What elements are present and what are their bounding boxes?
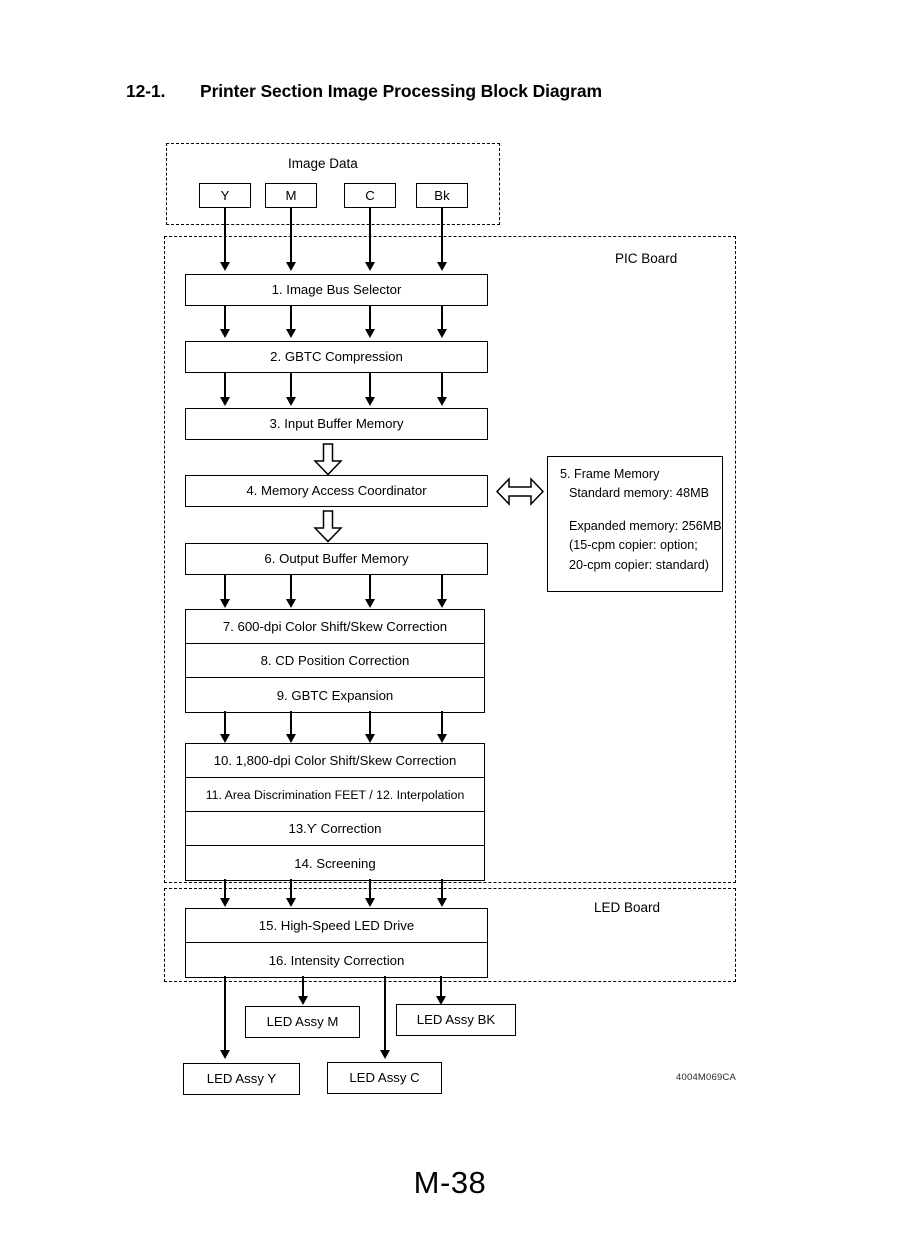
arrowhead-2-3-col3 <box>364 397 375 406</box>
channel-box-m[interactable]: M <box>265 183 317 208</box>
arrowhead-1-2-col1 <box>219 329 230 338</box>
block-group-15-16: 15. High-Speed LED Drive 16. Intensity C… <box>185 908 488 978</box>
block-gbtc-compression[interactable]: 2. GBTC Compression <box>185 341 488 373</box>
arrowhead-1-2-col2 <box>285 329 296 338</box>
block-cd-position-correction[interactable]: 8. CD Position Correction <box>186 644 484 678</box>
section-title: Printer Section Image Processing Block D… <box>200 81 602 101</box>
arrowhead-bk-to-selector <box>436 262 447 271</box>
led-assy-m-box[interactable]: LED Assy M <box>245 1006 360 1038</box>
frame-memory-note-line-2: 20-cpm copier: standard) <box>569 557 709 572</box>
document-code: 4004M069CA <box>676 1072 737 1083</box>
arrowhead-2-3-col4 <box>436 397 447 406</box>
arrowhead-1-2-col4 <box>436 329 447 338</box>
block-screening[interactable]: 14. Screening <box>186 846 484 880</box>
frame-memory-standard: Standard memory: 48MB <box>569 486 709 501</box>
arrowhead-2-3-col2 <box>285 397 296 406</box>
frame-memory-note-line-1: (15-cpm copier: option; <box>569 538 698 553</box>
block-group-7-8-9: 7. 600-dpi Color Shift/Skew Correction 8… <box>185 609 485 713</box>
arrowhead-y-to-selector <box>219 262 230 271</box>
block-1800dpi-color-shift-skew-correction[interactable]: 10. 1,800-dpi Color Shift/Skew Correctio… <box>186 744 484 778</box>
arrowhead-14-15-col1 <box>219 898 230 907</box>
led-board-label: LED Board <box>594 900 661 915</box>
page-number: M-38 <box>413 1165 487 1200</box>
connector-y-to-selector <box>224 208 226 266</box>
pic-board-label: PIC Board <box>615 251 678 266</box>
block-output-buffer-memory[interactable]: 6. Output Buffer Memory <box>185 543 488 575</box>
arrowhead-9-10-col1 <box>219 734 230 743</box>
block-group-10-14: 10. 1,800-dpi Color Shift/Skew Correctio… <box>185 743 485 881</box>
arrowhead-2-3-col1 <box>219 397 230 406</box>
arrowhead-9-10-col4 <box>436 734 447 743</box>
connector-2-3-col1 <box>224 373 226 399</box>
arrowhead-c-to-selector <box>364 262 375 271</box>
connector-to-led-assy-c <box>384 976 386 1054</box>
block-intensity-correction[interactable]: 16. Intensity Correction <box>186 943 487 977</box>
connector-bk-to-selector <box>441 208 443 266</box>
block-gamma-correction[interactable]: 13.ϒ Correction <box>186 812 484 846</box>
arrowhead-m-to-selector <box>285 262 296 271</box>
hollow-arrow-coordinator-to-output-buffer <box>313 510 343 543</box>
arrowhead-to-led-assy-m <box>297 996 308 1005</box>
connector-6-7-col1 <box>224 575 226 601</box>
block-high-speed-led-drive[interactable]: 15. High-Speed LED Drive <box>186 909 487 943</box>
channel-box-bk[interactable]: Bk <box>416 183 468 208</box>
image-data-group-label: Image Data <box>288 156 358 171</box>
section-number: 12-1. <box>126 81 166 101</box>
connector-to-led-assy-y <box>224 976 226 1054</box>
frame-memory-box[interactable]: 5. Frame Memory Standard memory: 48MB Ex… <box>547 456 723 592</box>
arrowhead-14-15-col2 <box>285 898 296 907</box>
connector-6-7-col4 <box>441 575 443 601</box>
channel-box-c[interactable]: C <box>344 183 396 208</box>
arrowhead-1-2-col3 <box>364 329 375 338</box>
block-600dpi-color-shift-skew-correction[interactable]: 7. 600-dpi Color Shift/Skew Correction <box>186 610 484 644</box>
connector-c-to-selector <box>369 208 371 266</box>
led-assy-bk-box[interactable]: LED Assy BK <box>396 1004 516 1036</box>
page-title: 12-1. Printer Section Image Processing Bl… <box>126 81 602 102</box>
arrowhead-to-led-assy-c <box>379 1050 390 1059</box>
connector-m-to-selector <box>290 208 292 266</box>
connector-6-7-col2 <box>290 575 292 601</box>
hollow-arrow-input-buffer-to-coordinator <box>313 443 343 476</box>
arrowhead-to-led-assy-y <box>219 1050 230 1059</box>
arrowhead-9-10-col3 <box>364 734 375 743</box>
arrowhead-14-15-col3 <box>364 898 375 907</box>
frame-memory-spacer <box>560 503 722 517</box>
block-input-buffer-memory[interactable]: 3. Input Buffer Memory <box>185 408 488 440</box>
frame-memory-expanded: Expanded memory: 256MB <box>569 519 722 534</box>
arrowhead-6-7-col1 <box>219 599 230 608</box>
arrowhead-14-15-col4 <box>436 898 447 907</box>
connector-2-3-col2 <box>290 373 292 399</box>
connector-2-3-col4 <box>441 373 443 399</box>
block-gbtc-expansion[interactable]: 9. GBTC Expansion <box>186 678 484 712</box>
led-assy-c-box[interactable]: LED Assy C <box>327 1062 442 1094</box>
frame-memory-title: 5. Frame Memory <box>560 467 660 481</box>
block-area-discrimination-interpolation[interactable]: 11. Area Discrimination FEET / 12. Inter… <box>186 778 484 812</box>
arrowhead-9-10-col2 <box>285 734 296 743</box>
connector-2-3-col3 <box>369 373 371 399</box>
diagram-page: 12-1. Printer Section Image Processing Bl… <box>0 0 900 1238</box>
led-assy-y-box[interactable]: LED Assy Y <box>183 1063 300 1095</box>
arrowhead-6-7-col4 <box>436 599 447 608</box>
block-memory-access-coordinator[interactable]: 4. Memory Access Coordinator <box>185 475 488 507</box>
arrowhead-6-7-col2 <box>285 599 296 608</box>
block-image-bus-selector[interactable]: 1. Image Bus Selector <box>185 274 488 306</box>
channel-box-y[interactable]: Y <box>199 183 251 208</box>
arrowhead-6-7-col3 <box>364 599 375 608</box>
connector-6-7-col3 <box>369 575 371 601</box>
hollow-double-arrow-coordinator-to-frame-memory <box>496 477 544 506</box>
